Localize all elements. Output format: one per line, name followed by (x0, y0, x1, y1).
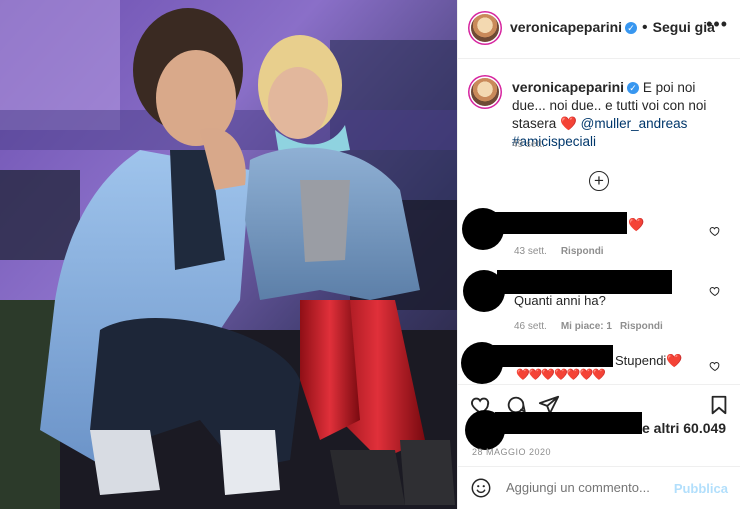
post-header: veronicapeparini ✓ • Segui già ••• (458, 0, 740, 59)
author-avatar[interactable] (471, 14, 499, 42)
more-options-icon[interactable]: ••• (706, 14, 728, 35)
comment-text: Quanti anni ha? (514, 293, 606, 308)
save-bookmark-icon[interactable] (708, 394, 730, 416)
caption-mention-link[interactable]: @muller_andreas (581, 116, 688, 131)
publish-button[interactable]: Pubblica (674, 481, 728, 496)
comment-time[interactable]: 46 sett. (514, 321, 547, 332)
add-comment-bar: Pubblica (458, 466, 740, 510)
comment-like-heart-icon[interactable] (709, 360, 721, 372)
post-photo-image (0, 0, 457, 509)
plus-icon: + (594, 171, 604, 190)
comment-likes-count[interactable]: Mi piace: 1 (561, 321, 612, 332)
liker-username-redacted (495, 412, 642, 434)
reply-button[interactable]: Rispondi (620, 321, 663, 332)
comment-text: ❤️ (628, 217, 645, 232)
caption-heart-emoji: ❤️ (560, 116, 577, 131)
comment-text-emoji: ❤️❤️❤️❤️❤️❤️❤️ (516, 369, 606, 381)
post-date[interactable]: 28 MAGGIO 2020 (472, 447, 551, 457)
caption-time[interactable]: 49 sett. (512, 139, 545, 150)
load-more-comments-button[interactable]: + (589, 171, 609, 191)
verified-badge-icon: ✓ (625, 21, 638, 34)
comment-time[interactable]: 43 sett. (514, 246, 547, 257)
likes-count[interactable]: e altri 60.049 (642, 420, 726, 436)
comment-meta: 43 sett. Rispondi (514, 246, 618, 257)
comment-like-heart-icon[interactable] (709, 285, 721, 297)
comment-like-heart-icon[interactable] (709, 225, 721, 237)
instagram-post-window: veronicapeparini ✓ • Segui già ••• veronica… (0, 0, 740, 509)
caption: veronicapeparini ✓ E poi noi due... noi d… (512, 78, 732, 151)
reply-button[interactable]: Rispondi (561, 246, 604, 257)
emoji-smiley-icon[interactable] (470, 477, 492, 499)
caption-username[interactable]: veronicapeparini (512, 79, 624, 95)
caption-avatar[interactable] (471, 78, 499, 106)
comment-input[interactable] (504, 479, 668, 496)
comment-meta: 46 sett. Mi piace: 1 Rispondi (514, 321, 677, 332)
comment-text: Stupendi❤️ (615, 353, 683, 368)
commenter-username-redacted (493, 345, 613, 367)
post-photo[interactable] (0, 0, 457, 509)
separator: • (642, 19, 648, 36)
verified-badge-icon: ✓ (627, 82, 640, 95)
likes-text: e altri 60.049 (642, 420, 727, 436)
author-username[interactable]: veronicapeparini (510, 19, 622, 35)
post-sidebar: veronicapeparini ✓ • Segui già ••• veronica… (457, 0, 740, 509)
commenter-username-redacted (494, 212, 627, 234)
commenter-username-redacted (497, 270, 672, 294)
